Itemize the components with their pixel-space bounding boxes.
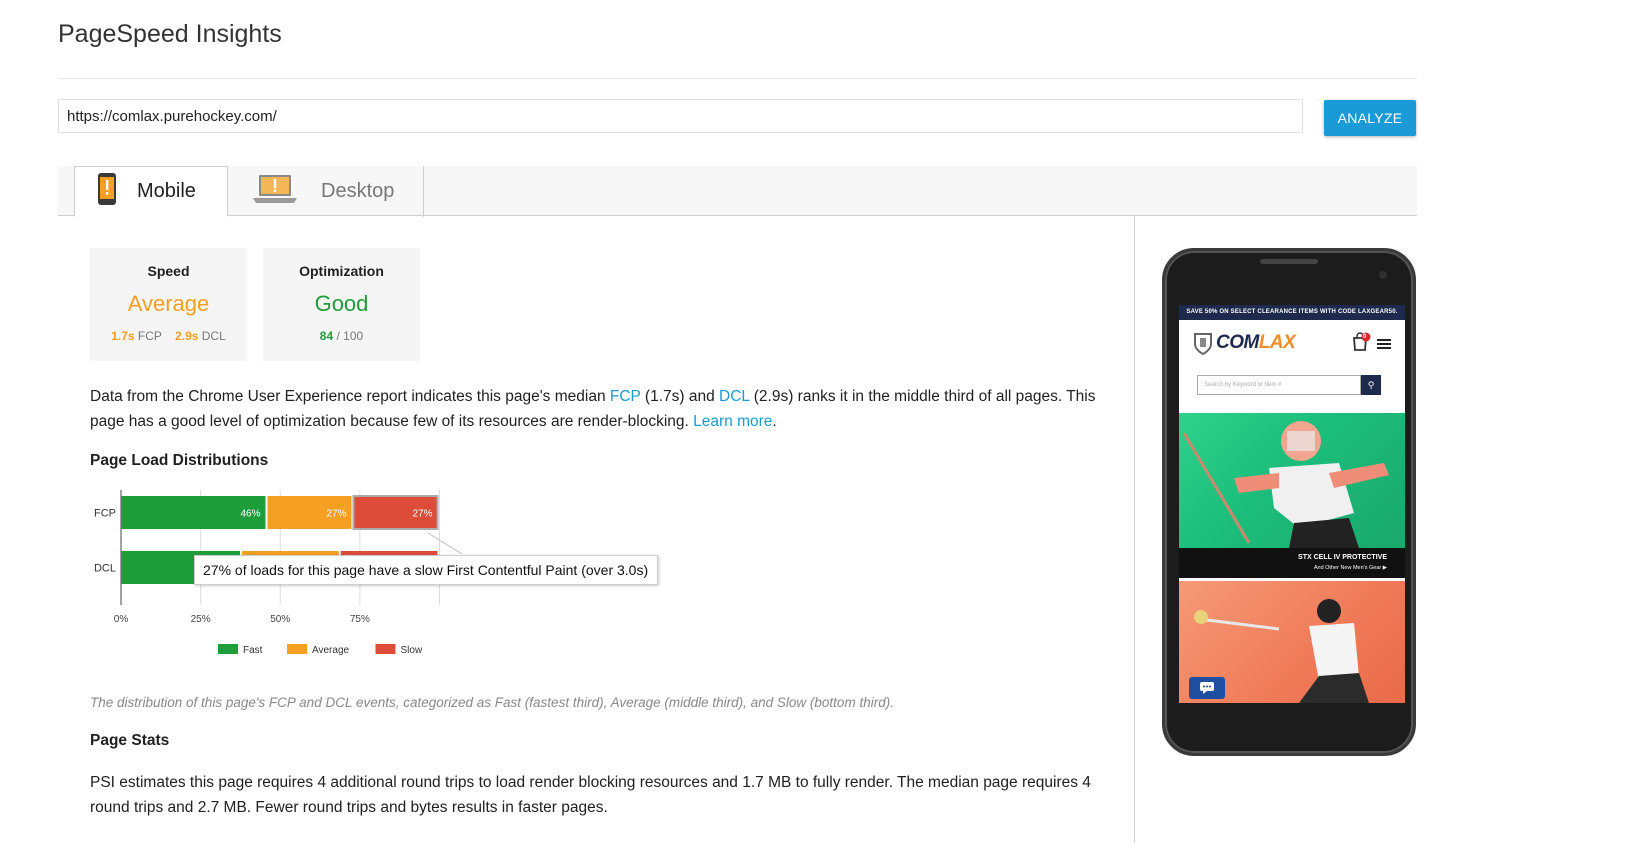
preview-logo: COMLAX: [1216, 332, 1296, 354]
preview-promo-banner: SAVE 50% ON SELECT CLEARANCE ITEMS WITH …: [1179, 305, 1405, 320]
chart-tooltip: 27% of loads for this page have a slow F…: [194, 555, 658, 585]
distributions-heading: Page Load Distributions: [90, 452, 269, 469]
fcp-link[interactable]: FCP: [610, 388, 641, 405]
optimization-metrics: 84 / 100: [263, 329, 420, 343]
header-divider: [58, 78, 1417, 79]
dcl-metric-label: DCL: [201, 329, 226, 343]
preview-screen: SAVE 50% ON SELECT CLEARANCE ITEMS WITH …: [1179, 305, 1405, 703]
analyze-button[interactable]: ANALYZE: [1324, 100, 1416, 136]
phone-speaker: [1260, 259, 1318, 264]
chart-data-label: 27%: [326, 509, 346, 520]
preview-chat-icon: [1189, 677, 1225, 699]
chart-tick-label: 50%: [270, 614, 290, 625]
preview-cart-count: 0: [1363, 334, 1367, 340]
summary-part1: Data from the Chrome User Experience rep…: [90, 388, 610, 405]
speed-score-value: Average: [127, 291, 210, 316]
chart-legend-swatch: [287, 644, 307, 654]
phone-camera: [1379, 271, 1387, 279]
page-stats-text: PSI estimates this page requires 4 addit…: [90, 774, 1091, 816]
preview-site-header: COMLAX 0: [1179, 320, 1405, 364]
optimization-card: Optimization Good 84 / 100: [263, 248, 420, 361]
optimization-score: 84: [319, 329, 334, 343]
fcp-metric-label: FCP: [137, 329, 162, 343]
chart-category-label: FCP: [94, 508, 116, 520]
preview-hero-line1: STX CELL IV PROTECTIVE: [1298, 554, 1387, 561]
chart-category-label: DCL: [94, 563, 116, 575]
phone-frame: SAVE 50% ON SELECT CLEARANCE ITEMS WITH …: [1162, 248, 1416, 756]
dcl-metric-value: 2.9s: [175, 329, 199, 343]
optimization-score-value: Good: [314, 291, 369, 316]
chart-legend-label: Average: [312, 645, 350, 656]
speed-card: Speed Average 1.7s FCP 2.9s DCL: [90, 248, 247, 361]
mobile-phone-warning-icon: [97, 172, 117, 211]
tab-desktop[interactable]: Desktop: [229, 166, 424, 217]
fcp-metric-value: 1.7s: [111, 329, 135, 343]
chart-data-label: 27%: [412, 509, 432, 520]
summary-part4: .: [772, 413, 777, 430]
preview-cart-icon: [1351, 332, 1371, 357]
logo-part-a: COM: [1216, 332, 1259, 353]
laptop-warning-icon: [253, 174, 297, 209]
chart-legend-swatch: [218, 644, 238, 654]
optimization-max: / 100: [336, 329, 364, 343]
tab-mobile-label: Mobile: [137, 180, 196, 202]
speed-card-label: Speed: [147, 263, 190, 279]
preview-hero-line2: And Other New Men's Gear ▶: [1313, 565, 1387, 571]
chart-tick-label: 25%: [191, 614, 211, 625]
preview-search-icon: ⚲: [1361, 375, 1381, 395]
speed-metrics: 1.7s FCP 2.9s DCL: [90, 329, 247, 343]
preview-hero-image: [1179, 413, 1405, 548]
tooltip-pointer: [427, 532, 463, 555]
chart-legend-label: Fast: [243, 645, 263, 656]
mobile-preview: SAVE 50% ON SELECT CLEARANCE ITEMS WITH …: [1162, 248, 1416, 756]
preview-menu-icon: [1377, 337, 1391, 355]
preview-search-input: Search by Keyword or Item #: [1197, 375, 1361, 395]
summary-part2: (1.7s) and: [640, 388, 720, 405]
logo-part-b: LAX: [1258, 332, 1296, 353]
url-input[interactable]: [58, 99, 1303, 133]
chart-tick-label: 75%: [350, 614, 370, 625]
page-stats-heading: Page Stats: [90, 732, 170, 749]
chart-legend-swatch: [375, 644, 396, 654]
chart-caption: The distribution of this page's FCP and …: [90, 695, 894, 710]
tab-mobile[interactable]: Mobile: [74, 166, 228, 217]
preview-logo-shield-icon: [1193, 332, 1213, 361]
preview-divider: [1134, 216, 1135, 843]
device-tabbar: Mobile Desktop: [58, 166, 1417, 217]
learn-more-link[interactable]: Learn more: [693, 413, 772, 430]
optimization-card-label: Optimization: [299, 263, 384, 279]
page-title: PageSpeed Insights: [58, 20, 282, 48]
summary-text: Data from the Chrome User Experience rep…: [90, 384, 1130, 434]
tab-desktop-label: Desktop: [321, 180, 395, 202]
preview-hero-caption: STX CELL IV PROTECTIVE And Other New Men…: [1179, 548, 1405, 578]
chart-data-label: 46%: [240, 509, 260, 520]
chart-legend-label: Slow: [401, 645, 423, 656]
chart-tick-label: 0%: [114, 614, 129, 625]
dcl-link[interactable]: DCL: [719, 388, 749, 405]
